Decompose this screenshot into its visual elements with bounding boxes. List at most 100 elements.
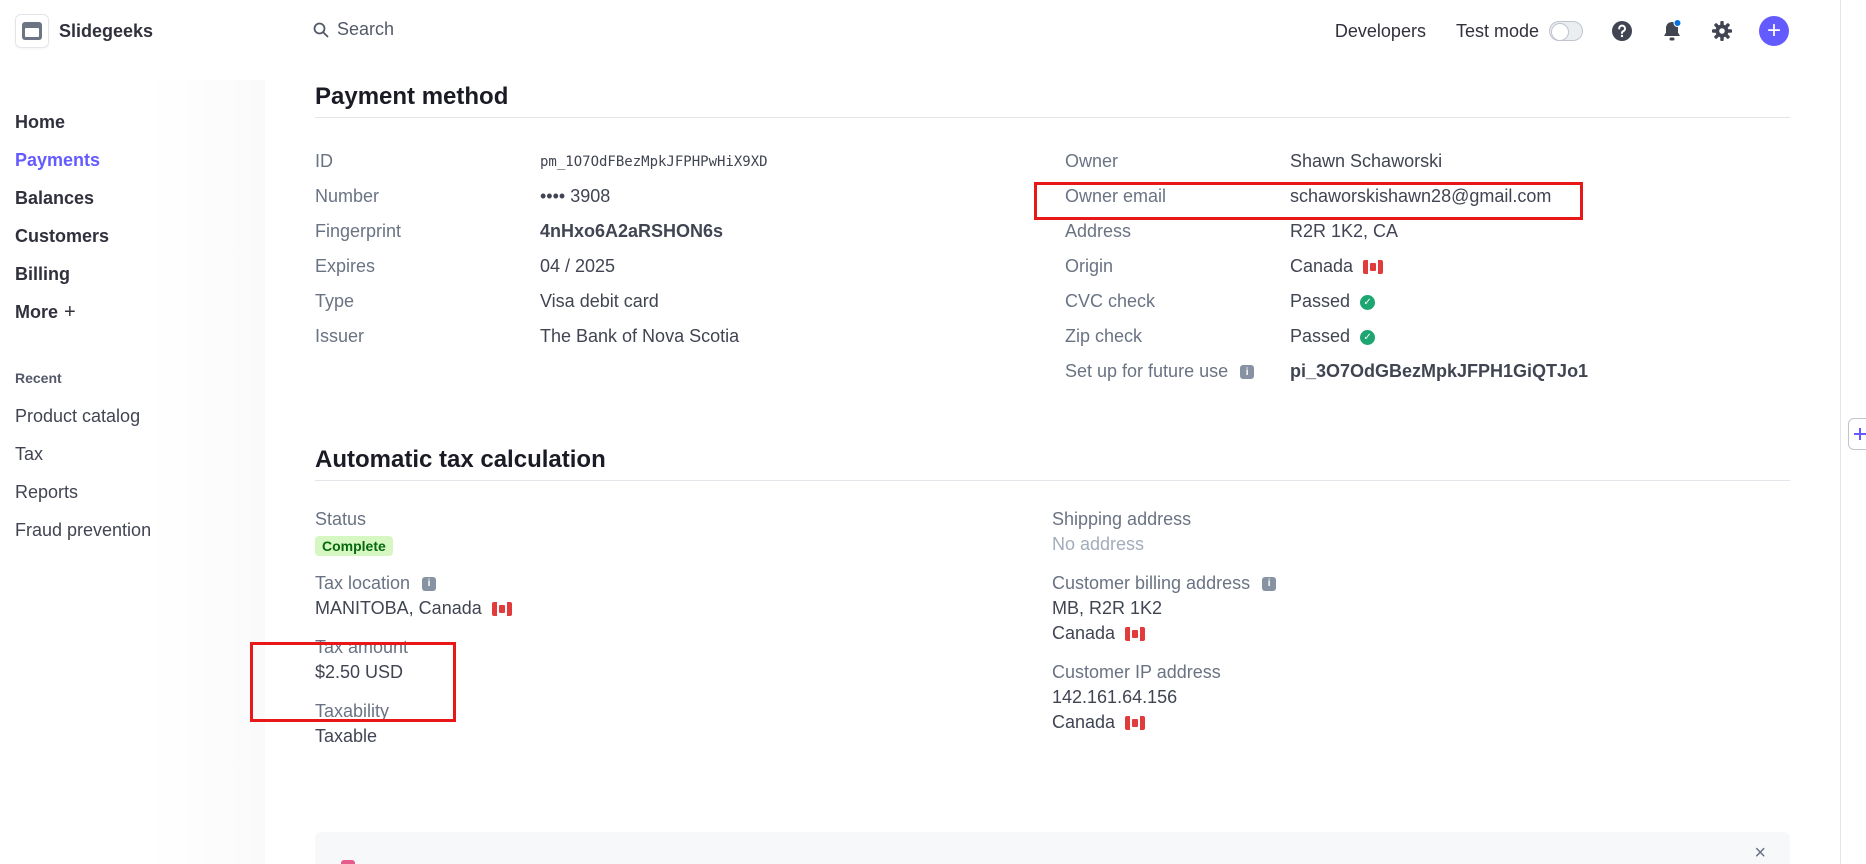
info-icon[interactable]: i	[1240, 365, 1255, 380]
pm-issuer-label: Issuer	[315, 326, 365, 346]
zip-check-row: Zip check Passed ✓	[1065, 319, 1588, 354]
status-badge: Complete	[315, 536, 393, 556]
plus-icon: +	[64, 300, 76, 323]
future-use-row: Set up for future use i pi_3O7OdGBezMpkJFP…	[1065, 354, 1588, 389]
create-plus-button[interactable]: +	[1759, 16, 1789, 46]
recent-item-reports[interactable]: Reports	[15, 473, 151, 511]
section-heading: Payment method	[315, 82, 509, 110]
nav-item-more[interactable]: More +	[15, 293, 109, 331]
tax-location-value: MANITOBA, Canada	[315, 598, 482, 618]
canada-flag-icon	[1363, 260, 1384, 275]
primary-nav: Home Payments Balances Customers Billing…	[15, 103, 109, 331]
canada-flag-icon	[1125, 715, 1146, 730]
pm-type-label: Type	[315, 291, 355, 311]
test-mode-toggle[interactable]	[1549, 21, 1583, 41]
pm-expires-value: 04 / 2025	[540, 256, 616, 276]
cvc-check-label: CVC check	[1065, 291, 1156, 311]
pm-issuer-value: The Bank of Nova Scotia	[540, 326, 740, 346]
future-use-link[interactable]: pi_3O7OdGBezMpkJFPH1GiQTJo1	[1290, 361, 1588, 382]
search-icon	[313, 22, 329, 37]
payment-method-right-column: Owner Shawn Schaworski Owner email schawor…	[1065, 144, 1588, 389]
cvc-check-value: Passed	[1290, 291, 1351, 311]
top-bar: Search Developers Test mode +	[265, 0, 1845, 62]
pm-issuer-row: Issuer The Bank of Nova Scotia	[315, 319, 768, 354]
shipping-address-label: Shipping address	[1052, 509, 1192, 529]
nav-item-home[interactable]: Home	[15, 103, 109, 141]
nav-label: Fraud prevention	[15, 519, 152, 540]
plus-icon: +	[1766, 17, 1781, 44]
check-circle-icon: ✓	[1360, 294, 1376, 310]
pm-id-value[interactable]: pm_1O7OdFBezMpkJFPHPwHiX9XD	[540, 154, 768, 170]
notifications-bell-icon[interactable]	[1659, 18, 1685, 44]
pm-expires-label: Expires	[315, 256, 376, 276]
tax-amount-highlight	[250, 642, 456, 722]
nav-label: Balances	[15, 187, 95, 208]
pm-type-row: Type Visa debit card	[315, 284, 768, 319]
pm-expires-row: Expires 04 / 2025	[315, 249, 768, 284]
recent-nav: Product catalog Tax Reports Fraud preven…	[15, 397, 151, 549]
shipping-address-value: No address	[1052, 534, 1145, 554]
help-icon[interactable]	[1609, 18, 1635, 44]
recent-item-tax[interactable]: Tax	[15, 435, 151, 473]
tax-status-label: Status	[315, 509, 367, 529]
billing-address-label: Customer billing address	[1052, 573, 1251, 593]
owner-email-highlight	[1034, 182, 1583, 220]
owner-value: Shawn Schaworski	[1290, 151, 1443, 171]
recent-item-product-catalog[interactable]: Product catalog	[15, 397, 151, 435]
account-name: Slidegeeks	[59, 20, 154, 41]
nav-item-billing[interactable]: Billing	[15, 255, 109, 293]
pm-type-value: Visa debit card	[540, 291, 659, 311]
payment-method-left-column: ID pm_1O7OdFBezMpkJFPHPwHiX9XD Number ••••…	[315, 144, 768, 354]
check-circle-icon: ✓	[1360, 329, 1376, 345]
recent-heading: Recent	[15, 370, 62, 386]
pm-number-label: Number	[315, 186, 380, 206]
section-heading: Automatic tax calculation	[315, 445, 606, 473]
recent-item-fraud-prevention[interactable]: Fraud prevention	[15, 511, 151, 549]
settings-gear-icon[interactable]	[1709, 18, 1735, 44]
ip-address-label: Customer IP address	[1052, 662, 1221, 682]
expand-panel-button[interactable]	[1848, 418, 1866, 450]
pm-fingerprint-link[interactable]: 4nHxo6A2aRSHON6s	[540, 221, 723, 242]
nav-item-customers[interactable]: Customers	[15, 217, 109, 255]
info-icon[interactable]: i	[422, 576, 437, 591]
tax-section-title: Automatic tax calculation	[315, 439, 1790, 481]
address-value: R2R 1K2, CA	[1290, 221, 1399, 241]
billing-address-country: Canada	[1052, 623, 1116, 643]
origin-row: Origin Canada	[1065, 249, 1588, 284]
canada-flag-icon	[491, 601, 512, 616]
address-label: Address	[1065, 221, 1132, 241]
nav-label: Home	[15, 111, 66, 132]
sidebar-divider-fade	[150, 80, 265, 864]
tax-left-column: Status Complete Tax location i MANITOBA, …	[315, 507, 512, 763]
origin-label: Origin	[1065, 256, 1114, 276]
zip-check-value: Passed	[1290, 326, 1351, 346]
owner-label: Owner	[1065, 151, 1119, 171]
taxability-value: Taxable	[315, 726, 378, 746]
tax-location-label: Tax location	[315, 573, 411, 593]
nav-label: Billing	[15, 263, 70, 284]
close-icon[interactable]: ×	[1754, 842, 1766, 864]
developers-link[interactable]: Developers	[1335, 21, 1426, 42]
origin-value: Canada	[1290, 256, 1354, 276]
info-icon[interactable]: i	[1262, 576, 1277, 591]
canada-flag-icon	[1125, 626, 1146, 641]
billing-address-field: Customer billing address i MB, R2R 1K2 Ca…	[1052, 571, 1277, 646]
search-placeholder: Search	[337, 19, 395, 39]
tax-right-column: Shipping address No address Customer bil…	[1052, 507, 1277, 749]
account-switcher[interactable]: Slidegeeks	[15, 14, 153, 48]
cvc-check-row: CVC check Passed ✓	[1065, 284, 1588, 319]
insights-card: ×	[315, 832, 1790, 864]
payment-method-title: Payment method	[315, 76, 1790, 118]
future-use-label: Set up for future use	[1065, 361, 1229, 381]
search-input[interactable]: Search	[313, 19, 394, 40]
nav-item-balances[interactable]: Balances	[15, 179, 109, 217]
billing-address-line1: MB, R2R 1K2	[1052, 598, 1163, 618]
panel-plus-icon	[1854, 428, 1866, 440]
test-mode-label: Test mode	[1455, 20, 1539, 41]
tax-status-field: Status Complete	[315, 507, 512, 557]
ip-address-field: Customer IP address 142.161.64.156 Canad…	[1052, 660, 1276, 735]
ip-address-value: 142.161.64.156	[1052, 687, 1178, 707]
pm-id-label: ID	[315, 151, 333, 171]
pm-number-row: Number •••• 3908	[315, 179, 768, 214]
nav-item-payments[interactable]: Payments	[15, 141, 109, 179]
